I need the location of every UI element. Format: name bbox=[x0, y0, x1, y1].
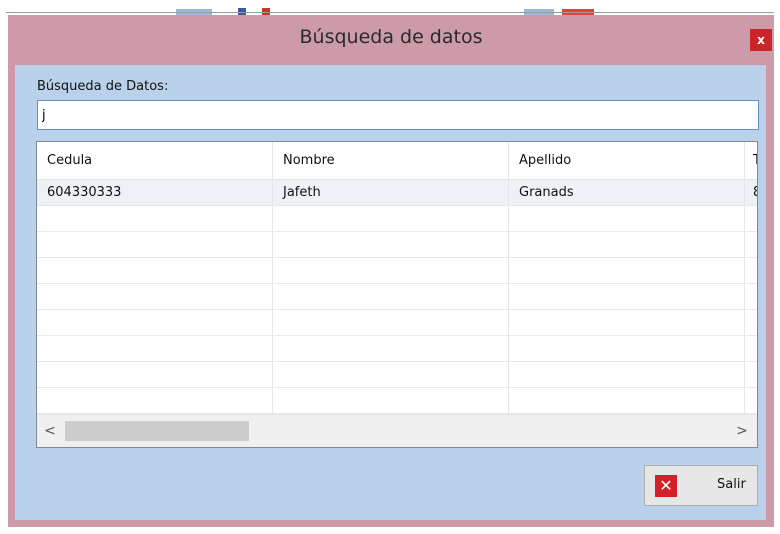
grid-header-row: Cedula Nombre Apellido T bbox=[37, 142, 757, 180]
search-dialog: Búsqueda de datos x Búsqueda de Datos: C… bbox=[8, 15, 774, 527]
scroll-left-arrow-icon[interactable]: < bbox=[41, 421, 59, 441]
close-button[interactable]: x bbox=[750, 29, 772, 51]
column-header-truncated[interactable]: T bbox=[745, 142, 757, 179]
empty-row bbox=[37, 388, 757, 414]
empty-row bbox=[37, 258, 757, 284]
column-header-nombre[interactable]: Nombre bbox=[273, 142, 509, 179]
empty-row bbox=[37, 362, 757, 388]
cell-truncated[interactable]: 8 bbox=[745, 180, 757, 205]
background-app-strip bbox=[0, 0, 780, 15]
search-input[interactable] bbox=[37, 100, 759, 130]
empty-row bbox=[37, 206, 757, 232]
dialog-body: Búsqueda de Datos: Cedula Nombre Apellid… bbox=[15, 65, 766, 520]
results-grid[interactable]: Cedula Nombre Apellido T 604330333 Jafet… bbox=[36, 141, 758, 448]
cell-apellido[interactable]: Granads bbox=[509, 180, 745, 205]
title-bar[interactable]: Búsqueda de datos x bbox=[8, 15, 774, 65]
column-header-cedula[interactable]: Cedula bbox=[37, 142, 273, 179]
scroll-right-arrow-icon[interactable]: > bbox=[733, 421, 751, 441]
grid-content: Cedula Nombre Apellido T 604330333 Jafet… bbox=[37, 142, 757, 414]
table-row[interactable]: 604330333 Jafeth Granads 8 bbox=[37, 180, 757, 206]
empty-row bbox=[37, 310, 757, 336]
cell-cedula[interactable]: 604330333 bbox=[37, 180, 273, 205]
scrollbar-thumb[interactable] bbox=[65, 421, 249, 441]
salir-label: Salir bbox=[717, 477, 746, 492]
dialog-title: Búsqueda de datos bbox=[299, 26, 483, 48]
empty-row bbox=[37, 284, 757, 310]
cell-nombre[interactable]: Jafeth bbox=[273, 180, 509, 205]
close-x-icon: ✕ bbox=[655, 475, 677, 497]
salir-button[interactable]: ✕ Salir bbox=[644, 465, 758, 506]
background-divider bbox=[6, 12, 774, 13]
empty-row bbox=[37, 336, 757, 362]
empty-row bbox=[37, 232, 757, 258]
horizontal-scrollbar[interactable]: < > bbox=[37, 414, 757, 447]
search-label: Búsqueda de Datos: bbox=[37, 79, 169, 94]
close-icon: x bbox=[757, 33, 765, 47]
column-header-apellido[interactable]: Apellido bbox=[509, 142, 745, 179]
